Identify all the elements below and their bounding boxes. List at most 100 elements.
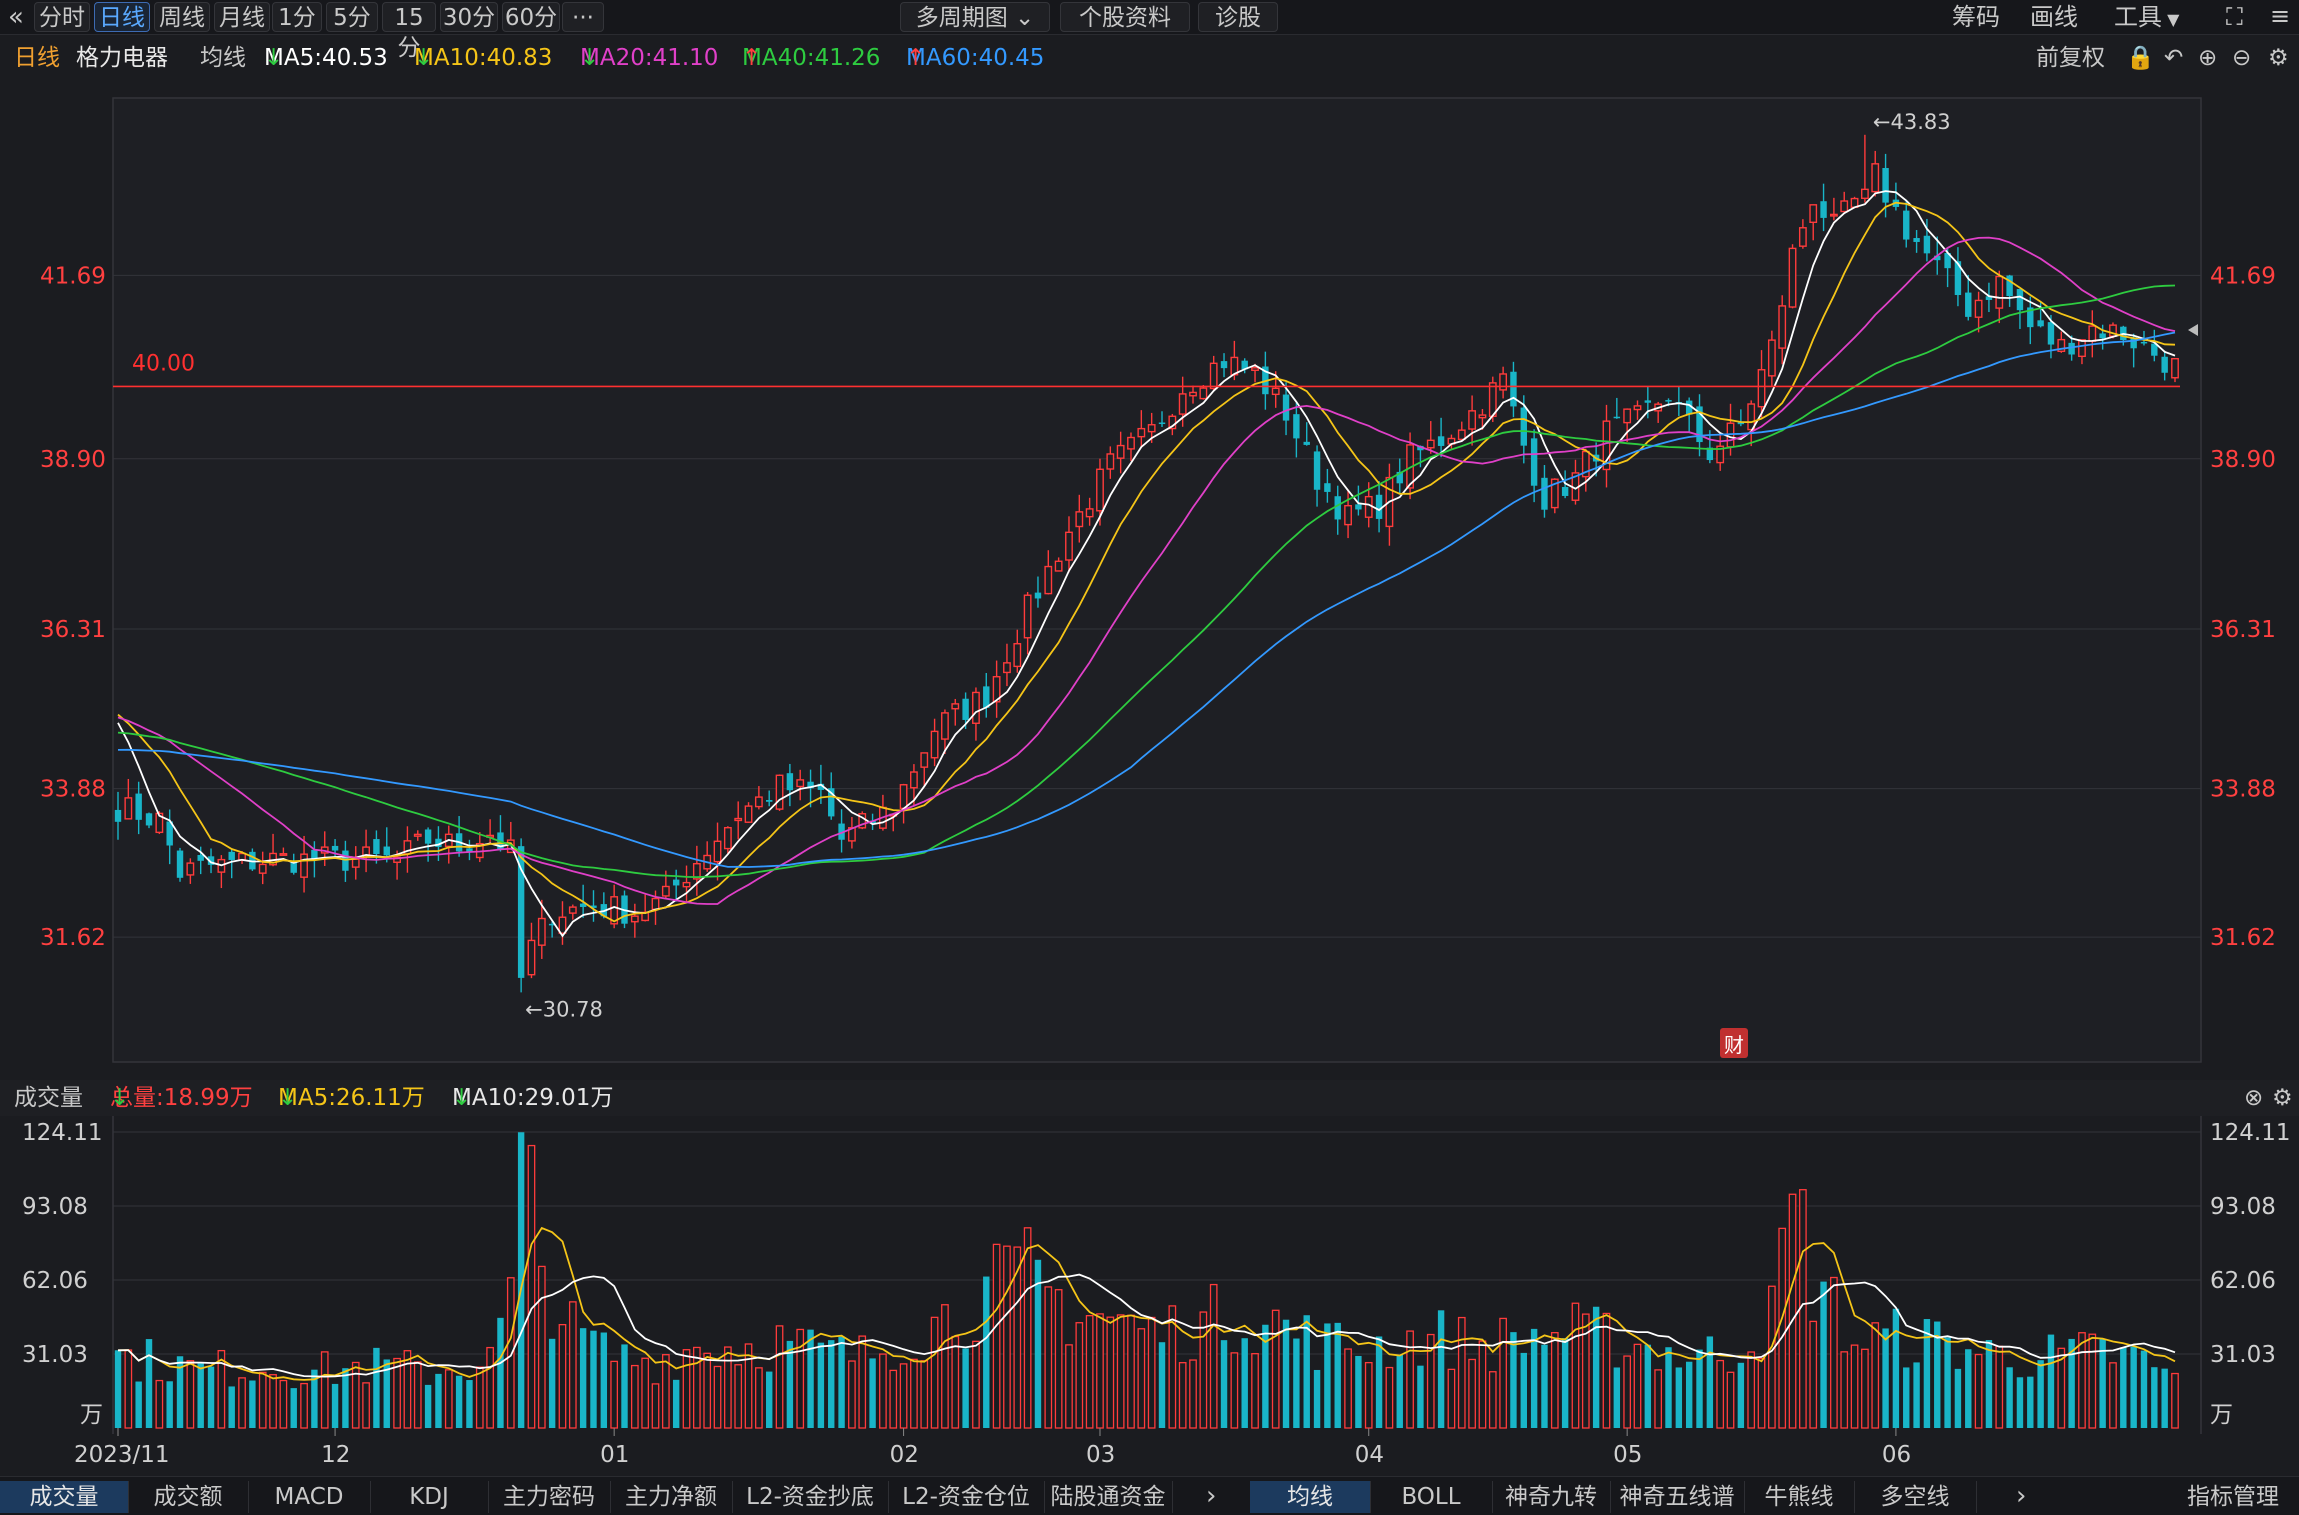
lock-icon[interactable]: 🔒 bbox=[2126, 40, 2155, 76]
overlay-tab-3[interactable]: 神奇五线谱 bbox=[1610, 1481, 1745, 1513]
chips-button[interactable]: 筹码 bbox=[1952, 2, 2000, 32]
volume-bar-up bbox=[279, 1379, 288, 1429]
adjust-label[interactable]: 前复权 bbox=[2036, 40, 2105, 76]
undo-icon[interactable]: ↶ bbox=[2164, 40, 2183, 76]
volume-bar-up bbox=[1768, 1285, 1776, 1429]
indicator-tab-7[interactable]: L2-资金仓位 bbox=[888, 1481, 1045, 1513]
volume-bar-up bbox=[930, 1316, 939, 1429]
volume-tick-right: 124.11 bbox=[2210, 1120, 2290, 1146]
volume-bar-up bbox=[351, 1361, 360, 1429]
multi-period-button[interactable]: 多周期图 ⌄ bbox=[900, 2, 1050, 32]
chevron-right-icon[interactable]: › bbox=[1206, 1481, 1216, 1511]
volume-bar-down bbox=[1923, 1319, 1931, 1428]
overlay-tab-2[interactable]: 神奇九转 bbox=[1492, 1481, 1611, 1513]
volume-bar-up bbox=[1747, 1351, 1756, 1429]
volume-bar-up bbox=[1788, 1193, 1797, 1429]
draw-line-button[interactable]: 画线 bbox=[2030, 2, 2078, 32]
arrow-up-icon: ↑ bbox=[742, 45, 762, 71]
candle-body-up bbox=[1023, 594, 1032, 639]
volume-tick-left: 62.06 bbox=[22, 1268, 88, 1294]
double-chevron-left-icon[interactable]: « bbox=[8, 2, 24, 32]
fullscreen-icon[interactable]: ⛶ bbox=[2226, 3, 2243, 31]
diagnose-button[interactable]: 诊股 bbox=[1198, 2, 1278, 32]
period-button-8[interactable]: 60分 bbox=[502, 2, 560, 32]
close-icon[interactable]: ⊗ bbox=[2244, 1080, 2263, 1116]
period-button-9[interactable]: ··· bbox=[562, 2, 604, 32]
volume-bar-up bbox=[889, 1369, 898, 1429]
volume-tick-left: 31.03 bbox=[22, 1342, 88, 1368]
period-button-2[interactable]: 周线 bbox=[154, 2, 210, 32]
volume-chart[interactable]: 124.11 124.11 93.08 93.08 62.06 62.06 31.03 31.… bbox=[0, 1116, 2299, 1476]
volume-bar-up bbox=[300, 1382, 308, 1429]
candle-body-down bbox=[1903, 210, 1910, 240]
candle-body-down bbox=[2006, 275, 2013, 297]
indicator-tab-3[interactable]: KDJ bbox=[370, 1481, 489, 1513]
volume-tick-right: 62.06 bbox=[2210, 1268, 2276, 1294]
candle-body-up bbox=[537, 917, 546, 946]
candle-body-down bbox=[1530, 438, 1538, 486]
period-button-3[interactable]: 月线 bbox=[214, 2, 270, 32]
period-button-7[interactable]: 30分 bbox=[440, 2, 498, 32]
candle-body-up bbox=[1344, 504, 1352, 526]
volume-bar-up bbox=[537, 1265, 546, 1429]
settings-icon[interactable]: ⚙ bbox=[2268, 40, 2289, 76]
tools-button[interactable]: 工具 ▼ bbox=[2114, 2, 2179, 32]
volume-bar-up bbox=[1633, 1343, 1642, 1429]
candle-body-up bbox=[1633, 405, 1642, 411]
candle-body-up bbox=[1013, 643, 1022, 668]
candle-body-up bbox=[930, 730, 939, 759]
indicator-manage-button[interactable]: 指标管理 bbox=[2168, 1481, 2298, 1513]
settings-icon[interactable]: ⚙ bbox=[2272, 1080, 2293, 1116]
menu-icon[interactable]: ≡ bbox=[2270, 2, 2290, 30]
candle-body-up bbox=[568, 906, 577, 914]
period-button-0[interactable]: 分时 bbox=[34, 2, 90, 32]
overlay-tab-5[interactable]: 多空线 bbox=[1854, 1481, 1977, 1513]
volume-bar-up bbox=[630, 1364, 639, 1429]
price-chart[interactable]: 41.69 41.69 38.90 38.90 36.31 36.31 33.88 33.88… bbox=[0, 78, 2299, 1078]
period-button-5[interactable]: 5分 bbox=[326, 2, 378, 32]
indicator-tabs-bar: 成交量 成交额 MACD KDJ 主力密码 主力净额 L2-资金抄底 L2-资金仓位 陆股通资金… bbox=[0, 1476, 2299, 1515]
indicator-tab-0[interactable]: 成交量 bbox=[0, 1481, 129, 1513]
indicator-tab-8[interactable]: 陆股通资金 bbox=[1044, 1481, 1173, 1513]
stock-profile-button[interactable]: 个股资料 bbox=[1060, 2, 1190, 32]
volume-bar-up bbox=[486, 1346, 494, 1429]
overlay-tab-1[interactable]: BOLL bbox=[1370, 1481, 1493, 1513]
volume-bar-up bbox=[1499, 1317, 1507, 1429]
zoom-in-icon[interactable]: ⊕ bbox=[2198, 40, 2217, 76]
indicator-tab-4[interactable]: 主力密码 bbox=[488, 1481, 611, 1513]
volume-bar-up bbox=[1147, 1316, 1156, 1429]
ma-item-value: MA20:41.10 bbox=[580, 45, 719, 71]
volume-bar-down bbox=[1324, 1323, 1331, 1428]
volume-bar-down bbox=[1882, 1328, 1889, 1428]
date-label: 01 bbox=[600, 1442, 629, 1468]
indicator-tab-6[interactable]: L2-资金抄底 bbox=[732, 1481, 889, 1513]
candle-body-up bbox=[1788, 247, 1797, 308]
period-button-1[interactable]: 日线 bbox=[94, 2, 150, 32]
candle-body-down bbox=[424, 829, 432, 844]
price-tick-left: 31.62 bbox=[40, 925, 106, 951]
candle-body-up bbox=[1871, 163, 1880, 193]
volume-bar-up bbox=[1127, 1314, 1135, 1429]
candle-body-up bbox=[1137, 427, 1146, 438]
volume-bar-up bbox=[796, 1328, 805, 1429]
period-button-4[interactable]: 1分 bbox=[272, 2, 322, 32]
indicator-tab-5[interactable]: 主力净额 bbox=[610, 1481, 733, 1513]
volume-bar-up bbox=[1488, 1371, 1497, 1429]
arrow-down-icon: ↓ bbox=[278, 1085, 298, 1111]
volume-bar-up bbox=[992, 1243, 1001, 1429]
volume-bar-down bbox=[1685, 1361, 1693, 1428]
zoom-out-icon[interactable]: ⊖ bbox=[2232, 40, 2251, 76]
chevron-right-icon[interactable]: › bbox=[2016, 1481, 2026, 1511]
candle-body-up bbox=[1003, 662, 1011, 674]
indicator-tab-2[interactable]: MACD bbox=[248, 1481, 371, 1513]
overlay-tab-4[interactable]: 牛熊线 bbox=[1744, 1481, 1855, 1513]
volume-tick-right: 93.08 bbox=[2210, 1194, 2276, 1220]
volume-bar-down bbox=[2016, 1377, 2024, 1428]
overlay-tab-0[interactable]: 均线 bbox=[1250, 1481, 1371, 1513]
ma-item-value: MA40:41.26 bbox=[742, 45, 881, 71]
period-button-6[interactable]: 15分 bbox=[382, 2, 436, 61]
volume-bar-down bbox=[1375, 1336, 1383, 1428]
candle-body-down bbox=[983, 686, 990, 708]
volume-bar-down bbox=[455, 1375, 463, 1428]
indicator-tab-1[interactable]: 成交额 bbox=[128, 1481, 249, 1513]
